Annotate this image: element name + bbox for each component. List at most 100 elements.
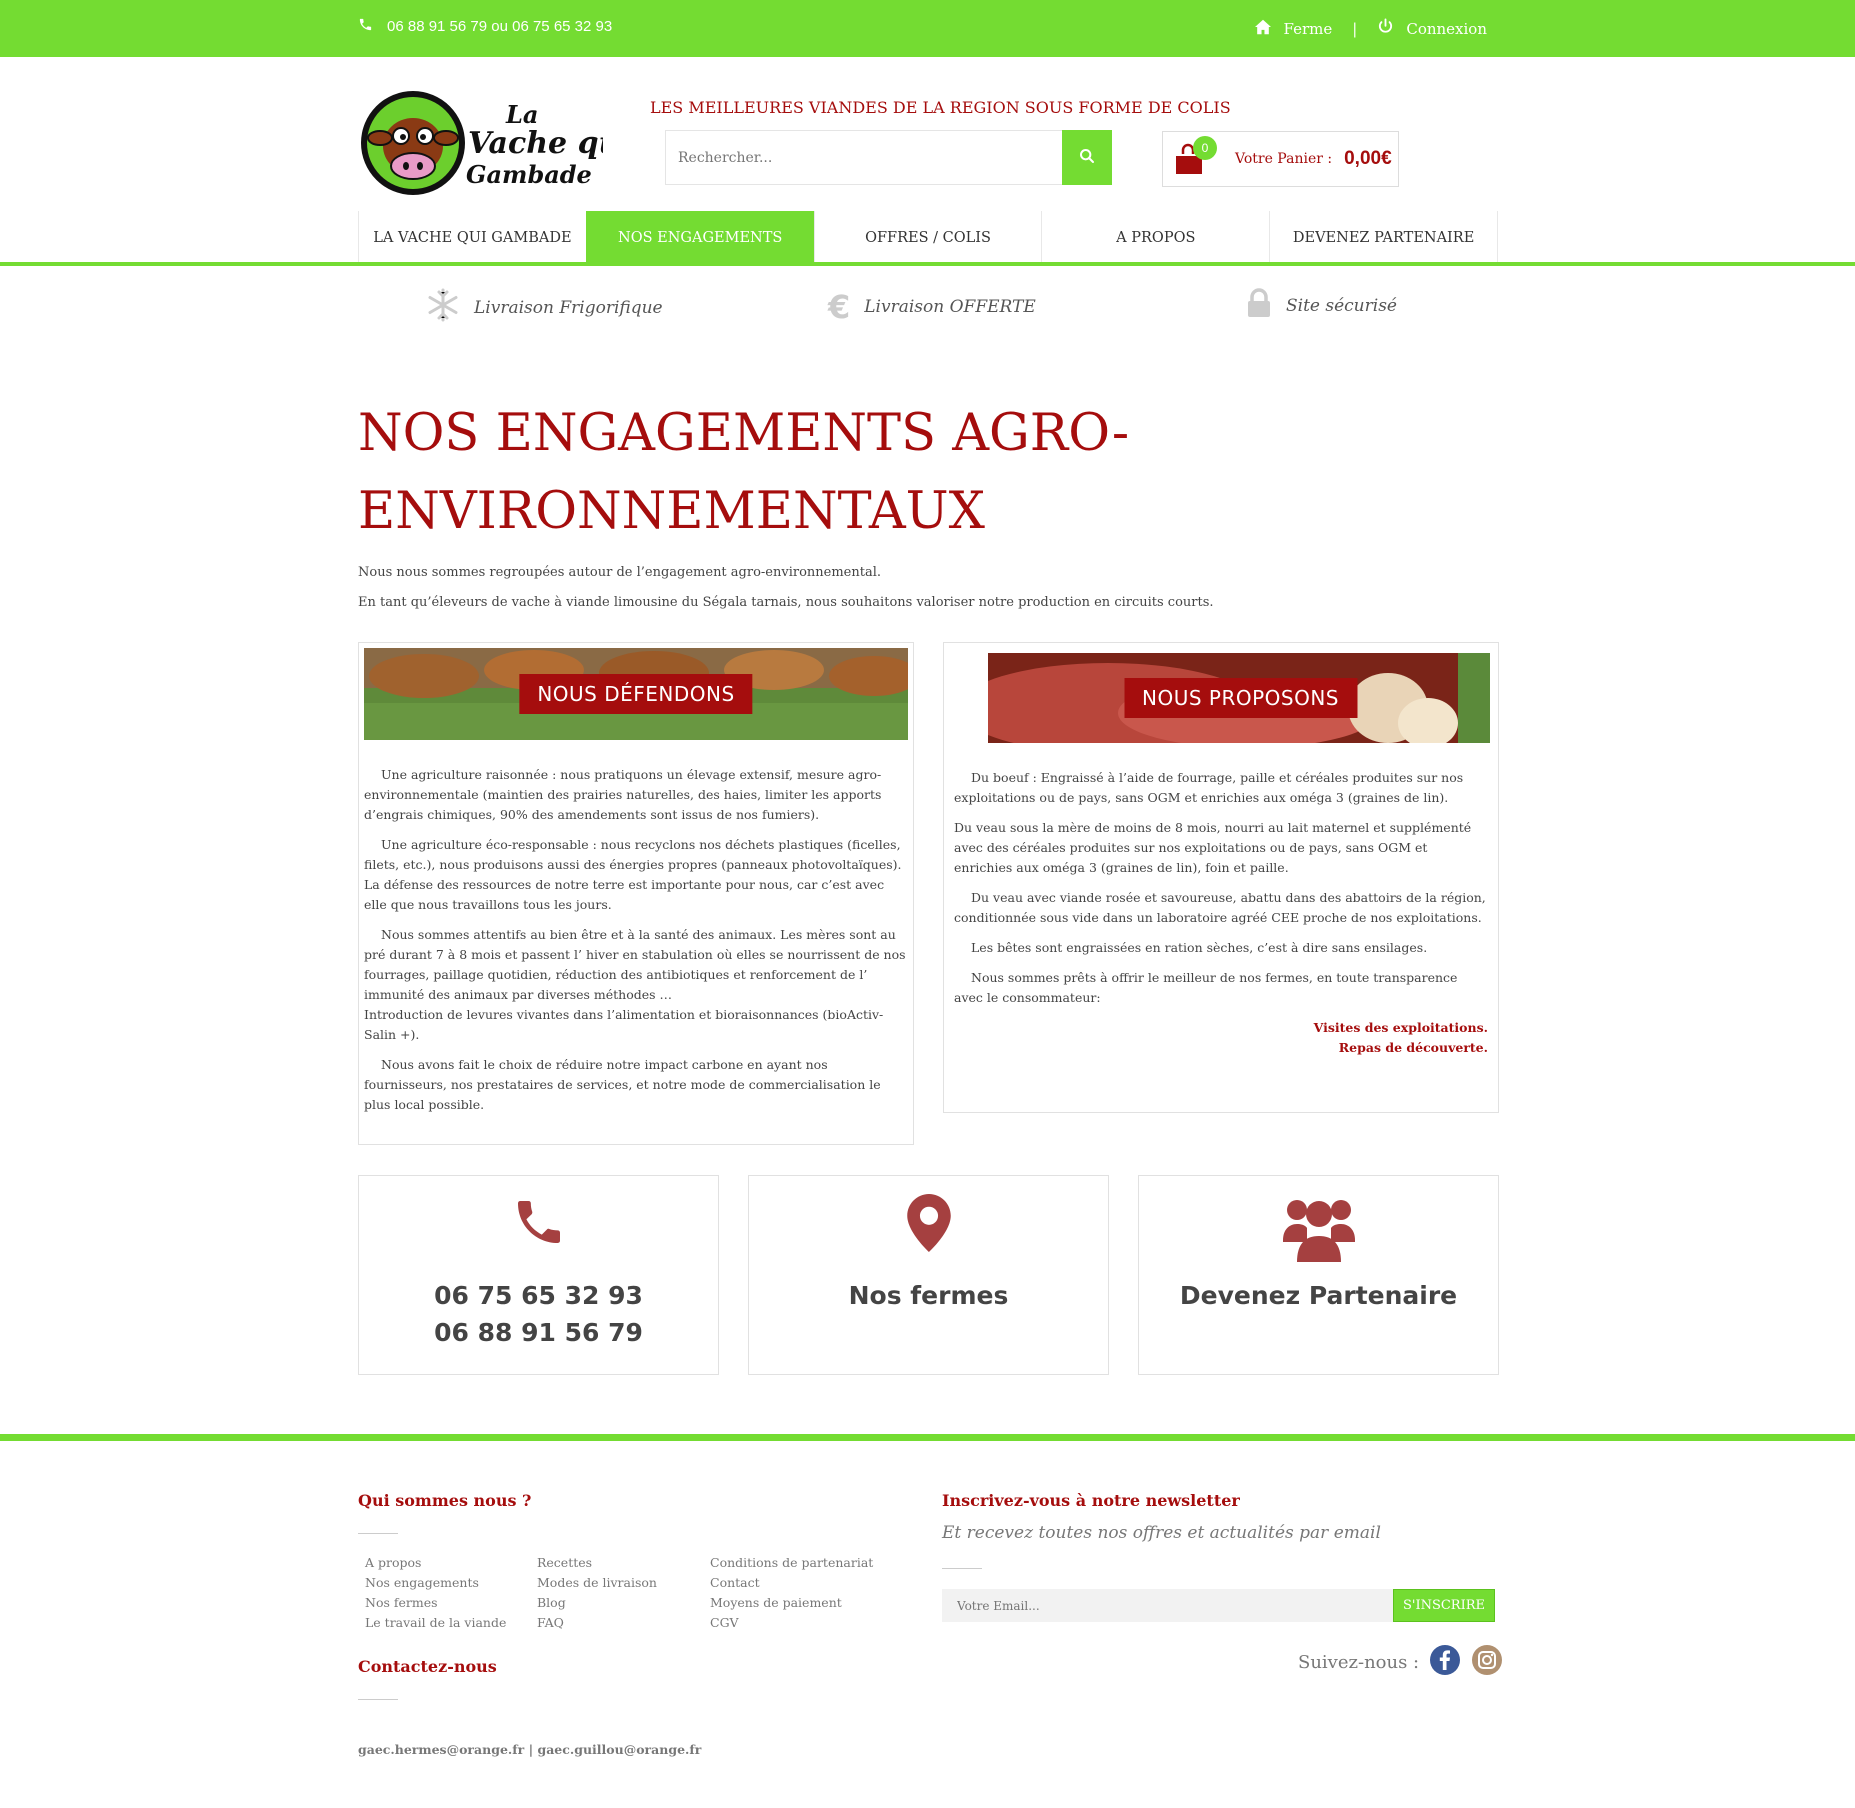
- login-link[interactable]: Connexion: [1406, 20, 1487, 38]
- farms-card[interactable]: Nos fermes: [748, 1175, 1109, 1375]
- cart-widget[interactable]: 0 Votre Panier : 0,00€: [1162, 131, 1399, 187]
- cart-count-badge: 0: [1193, 136, 1217, 160]
- contact-divider: [358, 1699, 398, 1700]
- social-follow: Suivez-nous :: [1298, 1644, 1503, 1681]
- nav-item-la-vache-qui-gambade[interactable]: LA VACHE QUI GAMBADE: [358, 211, 586, 264]
- propose-paragraph-5: Nous sommes prêts à offrir le meilleur d…: [954, 970, 1458, 1005]
- logo-text-3: Gambade: [466, 160, 592, 189]
- defend-paragraph-3: Nous sommes attentifs au bien être et à …: [364, 927, 906, 1002]
- defend-banner-title: NOUS DÉFENDONS: [519, 674, 753, 714]
- newsletter-subtitle: Et recevez toutes nos offres et actualit…: [942, 1523, 1381, 1543]
- lock-icon: [1246, 288, 1272, 323]
- phone-icon: [358, 17, 373, 36]
- contact-heading: Contactez-nous: [358, 1657, 497, 1676]
- nav-item-offres-colis[interactable]: OFFRES / COLIS: [813, 211, 1042, 264]
- footer-link-cgv[interactable]: CGV: [710, 1613, 873, 1633]
- intro-text: Nous nous sommes regroupées autour de l’…: [358, 558, 1214, 618]
- instagram-icon[interactable]: [1471, 1644, 1503, 1681]
- defend-paragraph-2: Une agriculture éco-responsable : nous r…: [364, 837, 902, 912]
- footer-link-nos-engagements[interactable]: Nos engagements: [365, 1573, 506, 1593]
- footer-link-modes-livraison[interactable]: Modes de livraison: [537, 1573, 657, 1593]
- feature-secure-label: Site sécurisé: [1286, 295, 1397, 316]
- footer-link-moyens-paiement[interactable]: Moyens de paiement: [710, 1593, 873, 1613]
- defend-paragraph-4: Nous avons fait le choix de réduire notr…: [364, 1057, 881, 1112]
- footer-link-nos-fermes[interactable]: Nos fermes: [365, 1593, 506, 1613]
- propose-banner-title: NOUS PROPOSONS: [1124, 678, 1357, 718]
- users-group-icon: [1139, 1194, 1498, 1262]
- about-divider: [358, 1533, 398, 1534]
- newsletter-form: S'INSCRIRE: [942, 1589, 1495, 1622]
- shopping-bag-icon: 0: [1173, 136, 1217, 176]
- contact-emails[interactable]: gaec.hermes@orange.fr | gaec.guillou@ora…: [358, 1742, 701, 1757]
- nav-item-nos-engagements[interactable]: NOS ENGAGEMENTS: [585, 211, 814, 264]
- defend-banner: NOUS DÉFENDONS: [364, 648, 908, 740]
- cart-total: 0,00€: [1344, 148, 1392, 169]
- defend-paragraph-3b: Introduction de levures vivantes dans l’…: [364, 1007, 884, 1042]
- search-icon: [1079, 148, 1095, 167]
- footer-link-conditions-partenariat[interactable]: Conditions de partenariat: [710, 1553, 873, 1573]
- phone-card-icon: [359, 1194, 718, 1250]
- feature-free-delivery: € Livraison OFFERTE: [828, 288, 1036, 326]
- map-pin-icon: [749, 1194, 1108, 1252]
- propose-paragraph-4: Les bêtes sont engraissées en ration sèc…: [971, 940, 1428, 955]
- partner-card[interactable]: Devenez Partenaire: [1138, 1175, 1499, 1375]
- subscribe-button[interactable]: S'INSCRIRE: [1393, 1589, 1495, 1622]
- nav-underline: [0, 262, 1855, 266]
- footer-link-a-propos[interactable]: A propos: [365, 1553, 506, 1573]
- site-tagline: LES MEILLEURES VIANDES DE LA REGION SOUS…: [650, 98, 1231, 117]
- defend-box: NOUS DÉFENDONS Une agriculture raisonnée…: [358, 642, 914, 1145]
- feature-secure: Site sécurisé: [1246, 288, 1397, 323]
- newsletter-email-input[interactable]: [942, 1589, 1393, 1622]
- footer-link-travail-viande[interactable]: Le travail de la viande: [365, 1613, 506, 1633]
- follow-label: Suivez-nous :: [1298, 1652, 1420, 1673]
- logo-text-1: La: [505, 100, 538, 129]
- top-separator: |: [1352, 19, 1358, 38]
- nav-item-devenez-partenaire[interactable]: DEVENEZ PARTENAIRE: [1269, 211, 1498, 264]
- propose-links: Visites des exploitations. Repas de déco…: [944, 1018, 1498, 1058]
- top-phone-numbers: 06 88 91 56 79 ou 06 75 65 32 93: [387, 18, 613, 35]
- home-icon[interactable]: [1254, 19, 1272, 39]
- footer-link-blog[interactable]: Blog: [537, 1593, 657, 1613]
- propose-box: NOUS PROPOSONS Du boeuf : Engraissé à l’…: [943, 642, 1499, 1113]
- footer-links-col-3: Conditions de partenariat Contact Moyens…: [710, 1553, 873, 1633]
- footer-link-contact[interactable]: Contact: [710, 1573, 873, 1593]
- nav-item-a-propos[interactable]: A PROPOS: [1041, 211, 1269, 264]
- footer-top-line: [0, 1434, 1855, 1441]
- phone-card[interactable]: 06 75 65 32 93 06 88 91 56 79: [358, 1175, 719, 1375]
- partner-card-title: Devenez Partenaire: [1179, 1281, 1458, 1310]
- propose-text: Du boeuf : Engraissé à l’aide de fourrag…: [944, 748, 1498, 1008]
- feature-free-delivery-label: Livraison OFFERTE: [864, 297, 1036, 317]
- cart-label: Votre Panier :: [1235, 151, 1333, 167]
- phone-card-text: 06 75 65 32 93 06 88 91 56 79: [359, 1277, 718, 1351]
- facebook-icon[interactable]: [1429, 1644, 1461, 1681]
- euro-icon: €: [828, 288, 851, 326]
- logo-text-2: Vache qui: [468, 126, 603, 161]
- defend-paragraph-1: Une agriculture raisonnée : nous pratiqu…: [364, 767, 882, 822]
- farm-visits-link[interactable]: Visites des exploitations.: [944, 1018, 1488, 1038]
- phone-number-1: 06 75 65 32 93: [434, 1281, 643, 1310]
- intro-paragraph-1: Nous nous sommes regroupées autour de l’…: [358, 565, 882, 580]
- about-heading: Qui sommes nous ?: [358, 1491, 532, 1510]
- newsletter-heading: Inscrivez-vous à notre newsletter: [942, 1491, 1240, 1510]
- top-phone: 06 88 91 56 79 ou 06 75 65 32 93: [358, 17, 612, 36]
- footer-link-faq[interactable]: FAQ: [537, 1613, 657, 1633]
- newsletter-divider: [942, 1568, 982, 1569]
- search-input[interactable]: [666, 131, 1062, 184]
- top-bar: 06 88 91 56 79 ou 06 75 65 32 93 Ferme |…: [0, 0, 1855, 57]
- page-title: NOS ENGAGEMENTS AGRO-ENVIRONNEMENTAUX: [358, 404, 1130, 541]
- feature-refrigerated: Livraison Frigorifique: [426, 288, 663, 327]
- feature-refrigerated-label: Livraison Frigorifique: [474, 297, 663, 318]
- power-icon[interactable]: [1377, 18, 1394, 39]
- discovery-meal-link[interactable]: Repas de découverte.: [944, 1038, 1488, 1058]
- home-link[interactable]: Ferme: [1284, 20, 1333, 38]
- farms-card-title: Nos fermes: [848, 1281, 1009, 1310]
- site-logo[interactable]: La Vache qui Gambade: [358, 88, 632, 198]
- footer-link-recettes[interactable]: Recettes: [537, 1553, 657, 1573]
- propose-banner: NOUS PROPOSONS: [988, 653, 1493, 743]
- search-button[interactable]: [1062, 130, 1112, 185]
- top-right-links: Ferme | Connexion: [1254, 18, 1487, 39]
- footer-links-col-1: A propos Nos engagements Nos fermes Le t…: [365, 1553, 506, 1633]
- defend-text: Une agriculture raisonnée : nous pratiqu…: [359, 745, 913, 1115]
- features-strip: Livraison Frigorifique € Livraison OFFER…: [358, 288, 1498, 336]
- propose-paragraph-2: Du veau sous la mère de moins de 8 mois,…: [954, 820, 1472, 875]
